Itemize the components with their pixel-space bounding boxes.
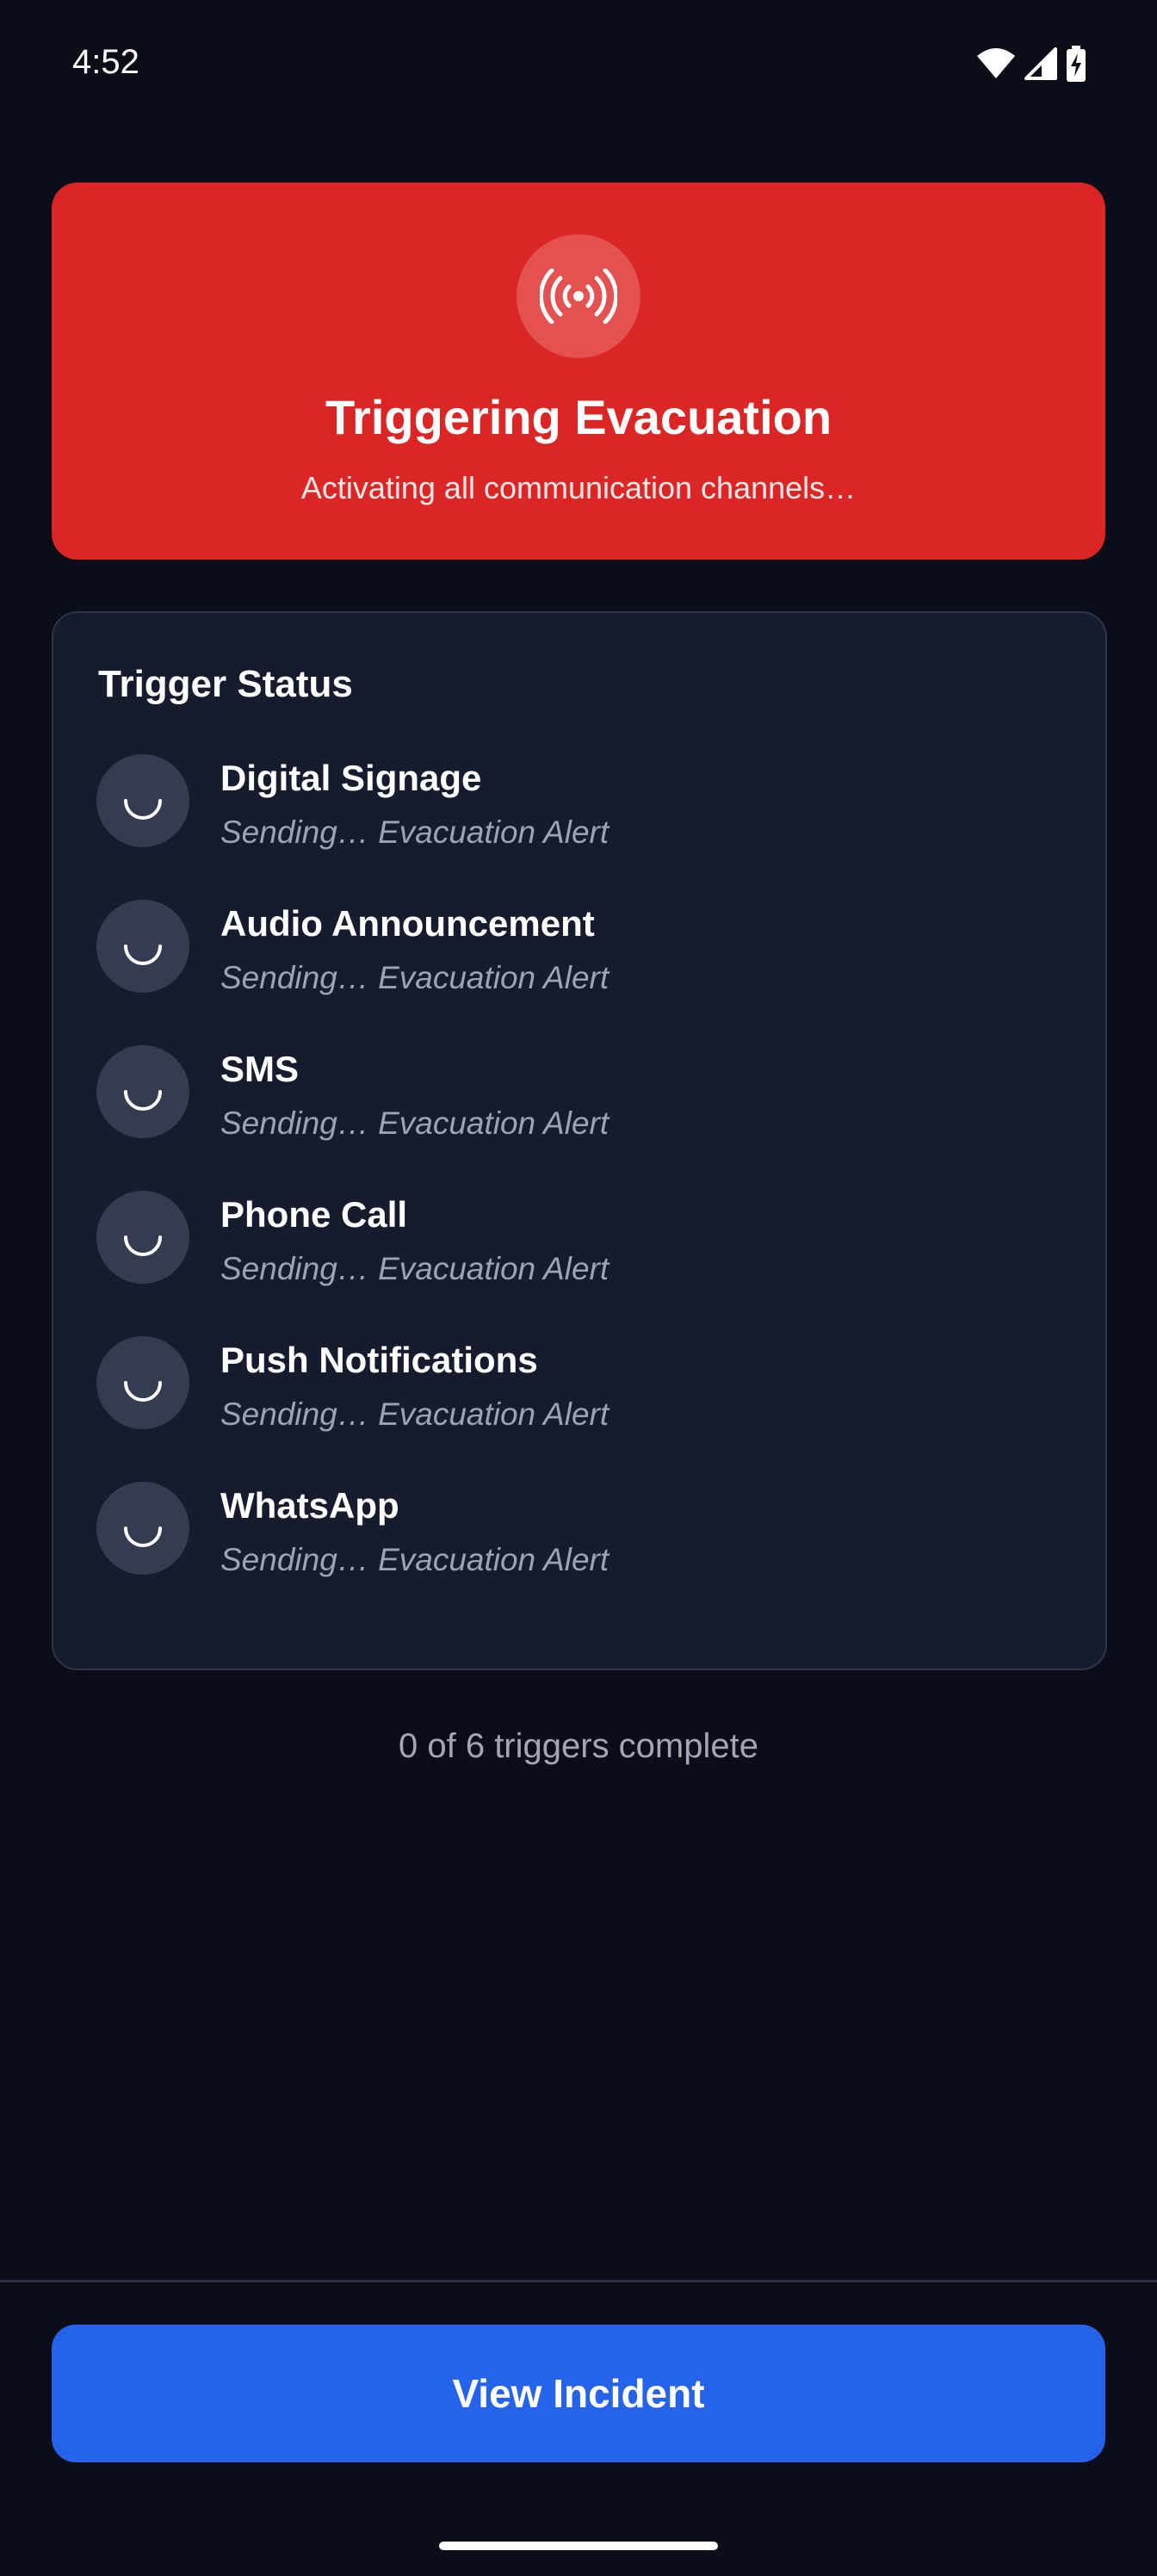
trigger-status-title: Trigger Status [98, 663, 353, 705]
trigger-item-phone-call: Phone Call Sending… Evacuation Alert [96, 1191, 1061, 1286]
trigger-item-whatsapp: WhatsApp Sending… Evacuation Alert [96, 1482, 1061, 1577]
battery-charging-icon [1066, 46, 1086, 82]
status-icons [976, 45, 1086, 83]
status-bar: 4:52 [0, 0, 1157, 129]
loading-spinner-icon [96, 1191, 189, 1284]
trigger-status-text: Sending… Evacuation Alert [220, 814, 609, 850]
trigger-name: Push Notifications [220, 1340, 538, 1380]
trigger-status-text: Sending… Evacuation Alert [220, 1251, 609, 1286]
loading-spinner-icon [96, 1482, 189, 1575]
bottom-divider [0, 2280, 1157, 2282]
trigger-item-digital-signage: Digital Signage Sending… Evacuation Aler… [96, 754, 1061, 850]
trigger-status-card: Trigger Status Digital Signage Sending… … [52, 611, 1107, 1670]
trigger-status-text: Sending… Evacuation Alert [220, 1542, 609, 1577]
loading-spinner-icon [96, 1045, 189, 1138]
trigger-name: SMS [220, 1049, 300, 1089]
trigger-name: Audio Announcement [220, 903, 595, 944]
evacuation-banner: Triggering Evacuation Activating all com… [52, 183, 1105, 560]
loading-spinner-icon [96, 900, 189, 993]
cellular-signal-icon [1024, 47, 1057, 80]
trigger-name: Digital Signage [220, 758, 482, 798]
trigger-item-push-notifications: Push Notifications Sending… Evacuation A… [96, 1336, 1061, 1432]
wifi-icon [976, 47, 1016, 80]
loading-spinner-icon [96, 754, 189, 847]
trigger-name: Phone Call [220, 1194, 408, 1235]
home-indicator[interactable] [439, 2542, 718, 2550]
trigger-name: WhatsApp [220, 1485, 399, 1526]
broadcast-icon [517, 234, 640, 358]
trigger-status-text: Sending… Evacuation Alert [220, 1396, 609, 1432]
trigger-status-text: Sending… Evacuation Alert [220, 960, 609, 995]
triggers-progress-text: 0 of 6 triggers complete [399, 1727, 758, 1765]
hero-subtitle: Activating all communication channels… [300, 470, 857, 505]
loading-spinner-icon [96, 1336, 189, 1429]
status-time: 4:52 [72, 43, 139, 81]
trigger-status-text: Sending… Evacuation Alert [220, 1105, 609, 1141]
view-incident-button[interactable]: View Incident [52, 2325, 1105, 2462]
trigger-item-audio-announcement: Audio Announcement Sending… Evacuation A… [96, 900, 1061, 995]
hero-title: Triggering Evacuation [325, 390, 832, 444]
trigger-item-sms: SMS Sending… Evacuation Alert [96, 1045, 1061, 1141]
